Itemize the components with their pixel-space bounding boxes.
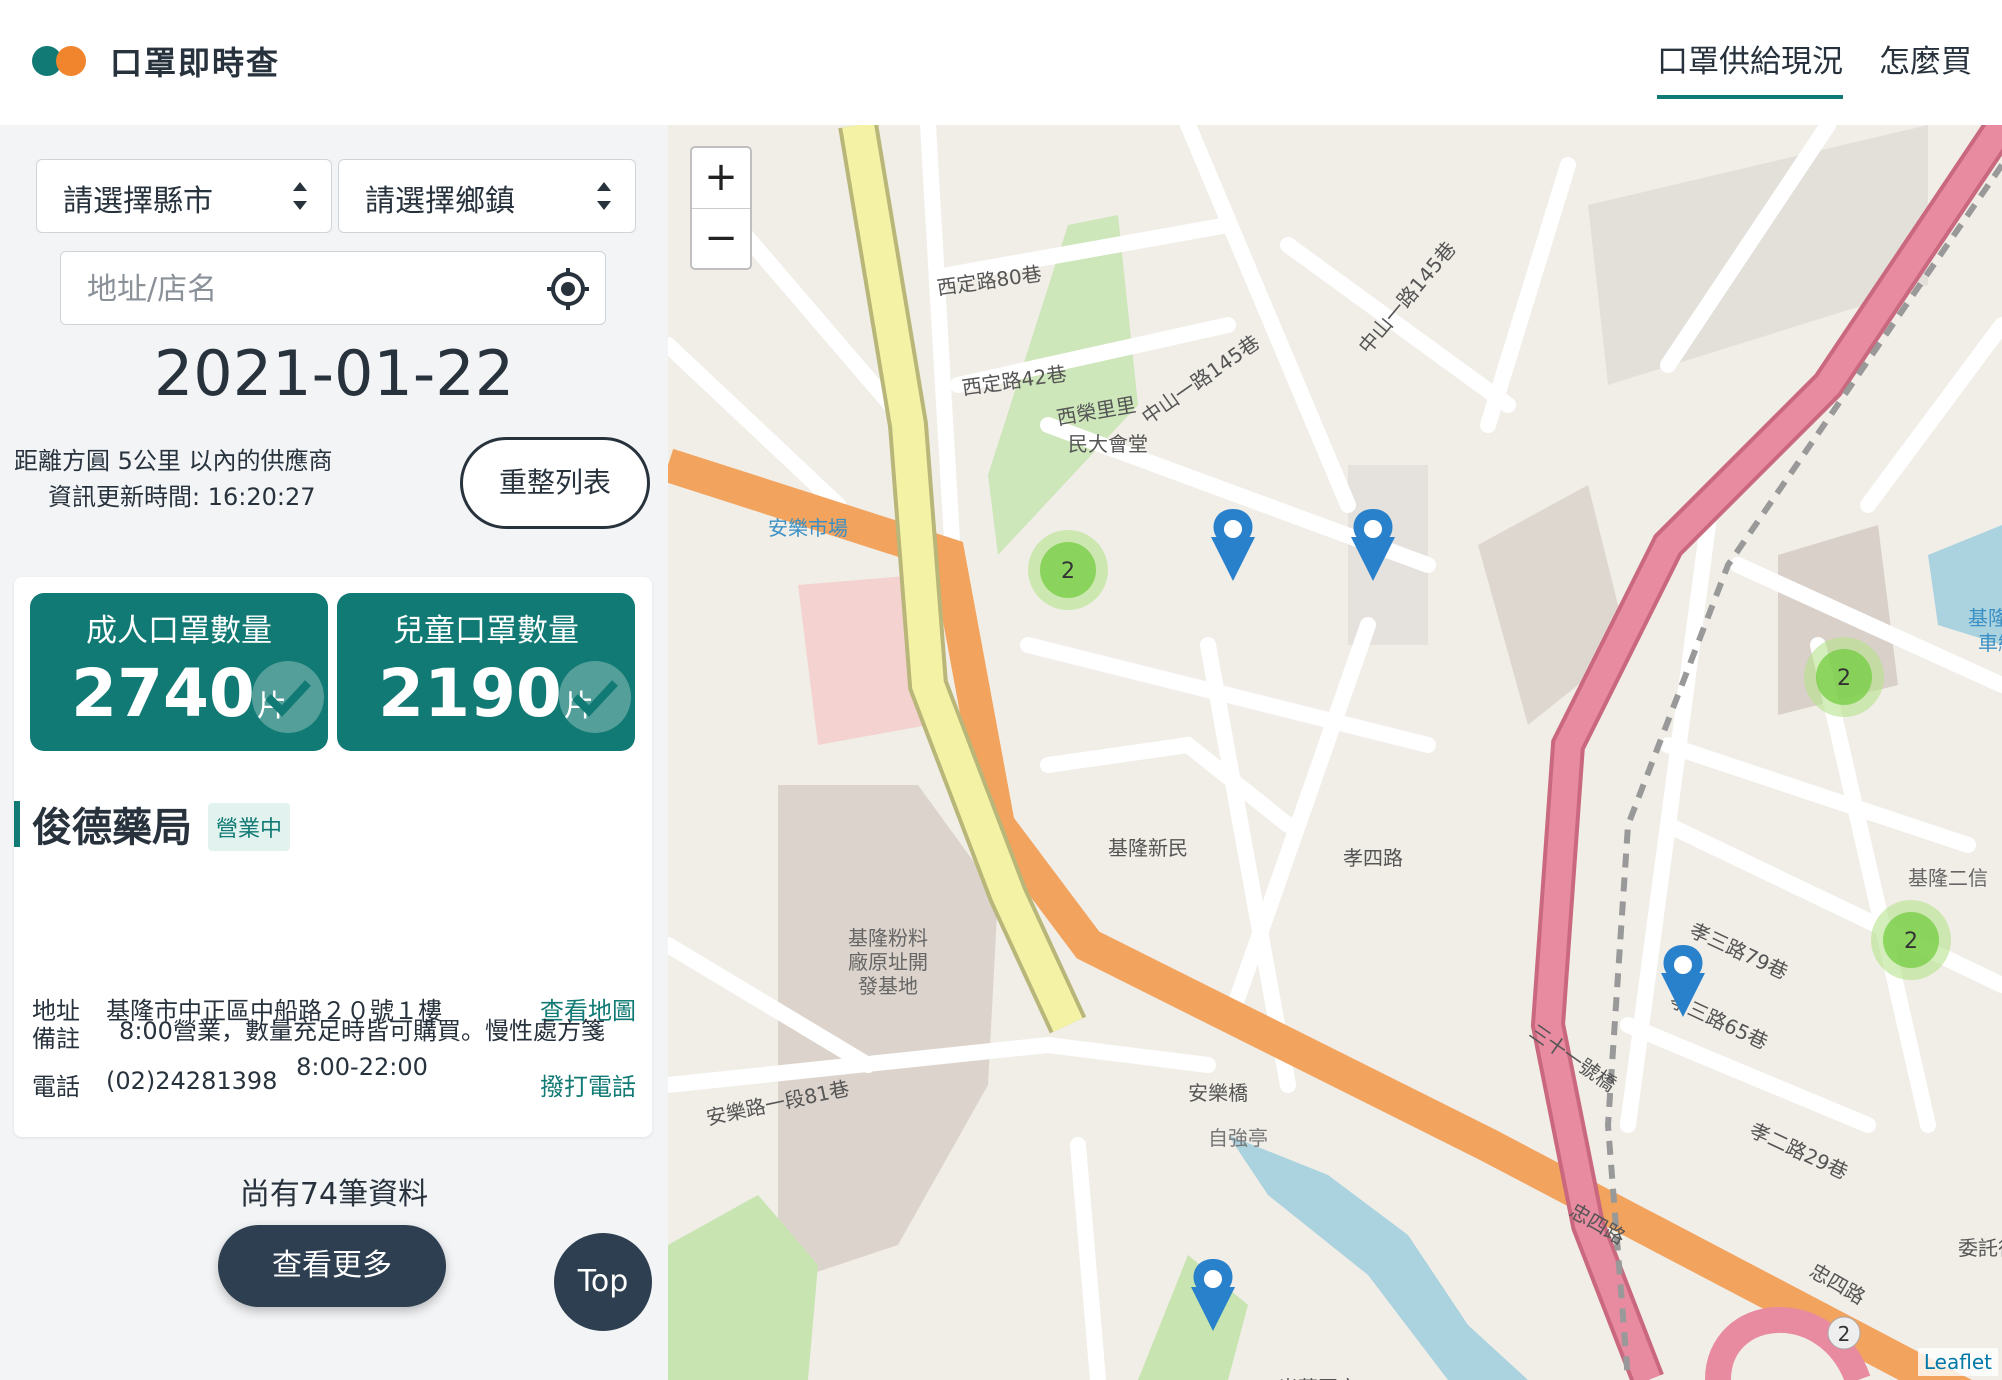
svg-text:2: 2 [1838, 1322, 1851, 1346]
range-info: 距離方圓 5公里 以內的供應商 資訊更新時間: 16:20:27 [14, 443, 333, 515]
app-header: 口罩即時查 口罩供給現況 怎麼買 [0, 0, 2002, 125]
child-mask-label: 兒童口罩數量 [393, 613, 579, 649]
update-time: 資訊更新時間: 16:20:27 [48, 483, 316, 511]
svg-text:基隆市公: 基隆市公 [1968, 606, 2002, 630]
svg-text:光華國宅: 光華國宅 [1278, 1376, 1358, 1380]
child-mask-stock: 兒童口罩數量 2190片 [337, 593, 635, 751]
refresh-list-button[interactable]: 重整列表 [460, 437, 650, 529]
view-more-button[interactable]: 查看更多 [218, 1225, 446, 1307]
check-icon [559, 661, 631, 733]
svg-text:基隆粉料: 基隆粉料 [848, 926, 928, 950]
map-attribution[interactable]: Leaflet [1917, 1348, 1998, 1376]
city-select[interactable]: 請選擇縣市 [36, 159, 332, 233]
current-date: 2021-01-22 [153, 337, 515, 410]
svg-text:2: 2 [1837, 666, 1851, 691]
svg-text:廠原址開: 廠原址開 [848, 950, 928, 974]
svg-text:2: 2 [1904, 929, 1918, 954]
svg-text:民大會堂: 民大會堂 [1068, 432, 1148, 456]
note-value: 8:00營業，數量充足時皆可購買。慢性處方箋 8:00-22:00 [119, 1017, 605, 1081]
back-to-top-button[interactable]: Top [554, 1233, 652, 1331]
map-view[interactable]: 西定路80巷 西定路42巷 中山一路145巷 中山一路145巷 安樂市場 基隆新… [668, 125, 2002, 1380]
app-title: 口罩即時查 [110, 44, 281, 82]
svg-text:發基地: 發基地 [858, 974, 918, 998]
remaining-count: 尚有74筆資料 [239, 1177, 429, 1212]
svg-text:自強亭: 自強亭 [1208, 1126, 1268, 1150]
logo-icon [32, 44, 92, 78]
sidebar: 請選擇縣市 請選擇鄉鎮 2021-01-22 距離方圓 5公里 以內的供應商 資… [0, 125, 668, 1380]
range-text: 距離方圓 5公里 以內的供應商 [14, 447, 333, 475]
select-arrows-icon [293, 182, 307, 210]
svg-text:孝四路: 孝四路 [1343, 846, 1403, 870]
cluster-marker[interactable]: 2 [1871, 900, 1951, 980]
town-select[interactable]: 請選擇鄉鎮 [338, 159, 636, 233]
select-arrows-icon [597, 182, 611, 210]
svg-text:基隆新民: 基隆新民 [1108, 836, 1188, 860]
zoom-out-button[interactable]: − [692, 209, 750, 269]
svg-text:2: 2 [1061, 559, 1075, 584]
adult-mask-label: 成人口罩數量 [86, 613, 272, 649]
cluster-marker[interactable]: 2 [1804, 637, 1884, 717]
town-select-value: 請選擇鄉鎮 [365, 184, 515, 219]
locate-icon[interactable] [545, 266, 591, 312]
top-nav: 口罩供給現況 怎麼買 [1657, 36, 1972, 99]
cluster-marker[interactable]: 2 [1028, 530, 1108, 610]
adult-mask-stock: 成人口罩數量 2740片 [30, 593, 328, 751]
zoom-control: + − [690, 146, 752, 270]
cluster-marker[interactable]: 2 [1827, 1316, 1861, 1350]
open-status-badge: 營業中 [208, 803, 291, 851]
search-input[interactable] [85, 266, 509, 312]
note-label: 備註 [32, 1025, 80, 1053]
pharmacy-accent-bar [14, 801, 20, 847]
search-box [60, 251, 606, 325]
svg-text:基隆二信: 基隆二信 [1908, 866, 1988, 890]
phone-label: 電話 [32, 1073, 80, 1101]
map-tiles: 西定路80巷 西定路42巷 中山一路145巷 中山一路145巷 安樂市場 基隆新… [668, 125, 2002, 1380]
city-select-value: 請選擇縣市 [63, 184, 213, 219]
svg-text:車總站: 車總站 [1978, 631, 2002, 655]
nav-how-to-buy[interactable]: 怎麼買 [1879, 36, 1972, 99]
check-icon [252, 661, 324, 733]
pharmacy-name: 俊德藥局 [32, 805, 192, 851]
svg-text:委託行街: 委託行街 [1958, 1236, 2002, 1260]
zoom-in-button[interactable]: + [692, 148, 750, 209]
nav-supply-status[interactable]: 口罩供給現況 [1657, 36, 1843, 99]
svg-text:安樂橋: 安樂橋 [1188, 1081, 1248, 1105]
svg-text:安樂市場: 安樂市場 [768, 516, 848, 540]
